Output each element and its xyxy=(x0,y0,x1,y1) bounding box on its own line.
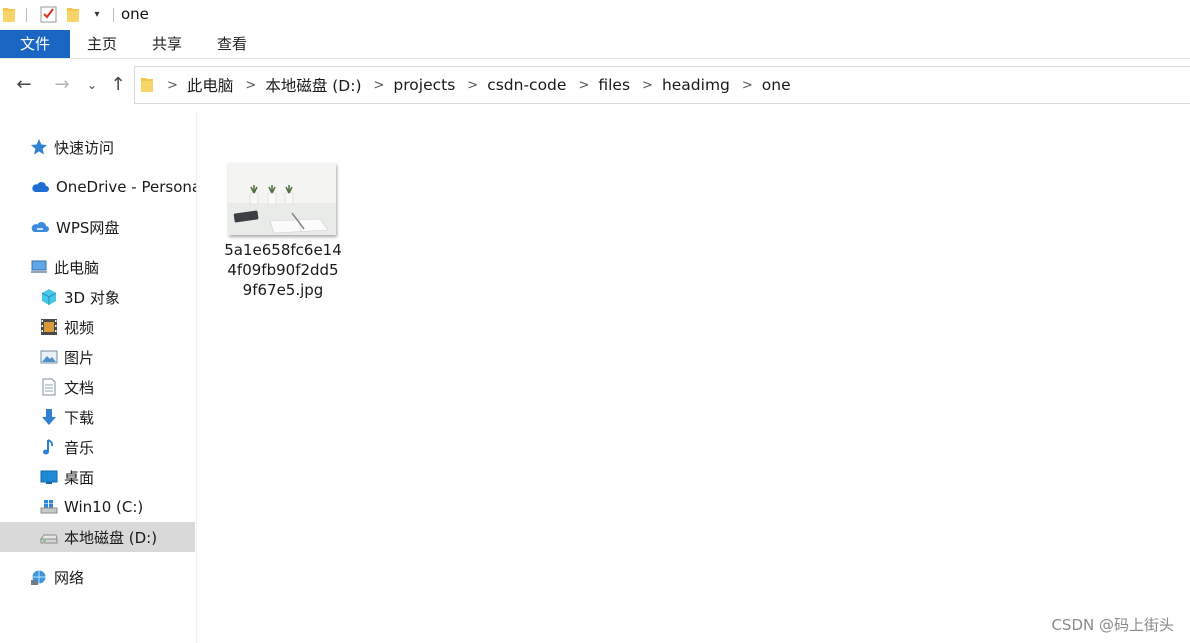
sidebar-item-videos[interactable]: 视频 xyxy=(0,312,195,342)
drive-icon xyxy=(40,534,58,544)
ribbon-tabs: 文件 主页 共享 查看 xyxy=(0,30,1190,59)
sidebar-item-desktop[interactable]: 桌面 xyxy=(0,462,195,492)
tab-home[interactable]: 主页 xyxy=(70,30,134,58)
breadcrumb-csdn-code[interactable]: csdn-code xyxy=(487,76,566,94)
toolbar-separator xyxy=(26,8,27,22)
breadcrumb-chevron-icon[interactable]: > xyxy=(578,78,589,93)
desktop-icon xyxy=(40,470,58,484)
breadcrumb-chevron-icon[interactable]: > xyxy=(467,78,478,93)
toolbar-separator xyxy=(113,8,114,22)
sidebar-item-label: 网络 xyxy=(54,568,85,587)
properties-check-icon[interactable] xyxy=(40,6,57,23)
breadcrumb-this-pc[interactable]: 此电脑 xyxy=(187,74,234,96)
breadcrumb-chevron-icon[interactable]: > xyxy=(742,78,753,93)
title-bar: ▾ one xyxy=(0,0,1190,30)
back-arrow-icon[interactable]: ← xyxy=(12,73,36,97)
computer-icon xyxy=(31,260,47,273)
sidebar-item-music[interactable]: 音乐 xyxy=(0,432,195,462)
sidebar-item-label: 桌面 xyxy=(64,468,95,487)
sidebar-item-label: 此电脑 xyxy=(54,258,100,277)
sidebar-item-label: 音乐 xyxy=(64,438,95,457)
image-thumbnail xyxy=(228,163,336,235)
tab-view[interactable]: 查看 xyxy=(200,30,264,58)
forward-arrow-icon[interactable]: → xyxy=(50,73,74,97)
wps-cloud-icon xyxy=(31,222,49,232)
onedrive-cloud-icon xyxy=(32,182,49,192)
sidebar-item-wps-drive[interactable]: WPS网盘 xyxy=(0,212,195,242)
navigation-pane: 快速访问 OneDrive - Personal WPS网盘 此电脑 3D 对象 xyxy=(0,111,197,643)
breadcrumb-chevron-icon[interactable]: > xyxy=(167,78,178,93)
breadcrumb-one[interactable]: one xyxy=(762,76,791,94)
new-folder-icon[interactable] xyxy=(67,6,79,23)
sidebar-item-label: OneDrive - Personal xyxy=(56,178,197,196)
sidebar-item-network[interactable]: 网络 xyxy=(0,562,195,592)
breadcrumb-chevron-icon[interactable]: > xyxy=(374,78,385,93)
folder-icon xyxy=(141,78,153,92)
breadcrumb-drive-d[interactable]: 本地磁盘 (D:) xyxy=(265,74,361,96)
sidebar-item-drive-c[interactable]: Win10 (C:) xyxy=(0,492,195,522)
breadcrumb-headimg[interactable]: headimg xyxy=(662,76,730,94)
sidebar-item-drive-d[interactable]: 本地磁盘 (D:) xyxy=(0,522,195,552)
navigation-bar: ← → ⌄ ↑ > 此电脑 > 本地磁盘 (D:) > projects > c… xyxy=(0,59,1190,111)
sidebar-item-label: 快速访问 xyxy=(54,138,115,157)
sidebar-item-pictures[interactable]: 图片 xyxy=(0,342,195,372)
sidebar-item-this-pc[interactable]: 此电脑 xyxy=(0,252,195,282)
sidebar-item-label: WPS网盘 xyxy=(56,218,120,237)
music-icon xyxy=(43,439,54,455)
sidebar-item-documents[interactable]: 文档 xyxy=(0,372,195,402)
sidebar-item-label: 下载 xyxy=(64,408,95,427)
address-bar[interactable]: > 此电脑 > 本地磁盘 (D:) > projects > csdn-code… xyxy=(134,66,1190,104)
sidebar-item-label: 本地磁盘 (D:) xyxy=(64,528,158,547)
file-list: 5a1e658fc6e144f09fb90f2dd59f67e5.jpg xyxy=(198,111,1190,643)
file-name: 5a1e658fc6e144f09fb90f2dd59f67e5.jpg xyxy=(224,241,342,299)
sidebar-item-label: 文档 xyxy=(64,378,95,397)
sidebar-item-downloads[interactable]: 下载 xyxy=(0,402,195,432)
customize-toolbar-dropdown-icon[interactable]: ▾ xyxy=(91,9,103,21)
windows-drive-icon xyxy=(40,500,58,514)
video-icon xyxy=(41,319,57,335)
download-icon xyxy=(42,409,56,425)
documents-icon xyxy=(42,378,56,396)
3d-objects-icon xyxy=(41,289,57,305)
breadcrumb-chevron-icon[interactable]: > xyxy=(245,78,256,93)
up-arrow-icon[interactable]: ↑ xyxy=(106,73,130,97)
sidebar-item-label: 3D 对象 xyxy=(64,288,120,307)
watermark: CSDN @码上街头 xyxy=(1051,616,1174,634)
tab-share[interactable]: 共享 xyxy=(134,30,200,58)
sidebar-item-quick-access[interactable]: 快速访问 xyxy=(0,132,195,162)
breadcrumb-projects[interactable]: projects xyxy=(393,76,455,94)
sidebar-item-3d-objects[interactable]: 3D 对象 xyxy=(0,282,195,312)
sidebar-item-label: 视频 xyxy=(64,318,95,337)
workspace-photo-icon xyxy=(228,163,336,235)
sidebar-item-label: 图片 xyxy=(64,348,95,367)
recent-locations-chevron-icon[interactable]: ⌄ xyxy=(82,73,102,97)
breadcrumb-files[interactable]: files xyxy=(598,76,630,94)
network-icon xyxy=(31,570,46,585)
folder-icon[interactable] xyxy=(3,6,15,23)
tab-file[interactable]: 文件 xyxy=(0,30,70,58)
sidebar-item-onedrive[interactable]: OneDrive - Personal xyxy=(0,172,197,202)
pictures-icon xyxy=(40,350,58,364)
breadcrumb-chevron-icon[interactable]: > xyxy=(642,78,653,93)
star-icon xyxy=(31,139,47,155)
window-title: one xyxy=(121,5,149,23)
sidebar-item-label: Win10 (C:) xyxy=(64,498,144,516)
